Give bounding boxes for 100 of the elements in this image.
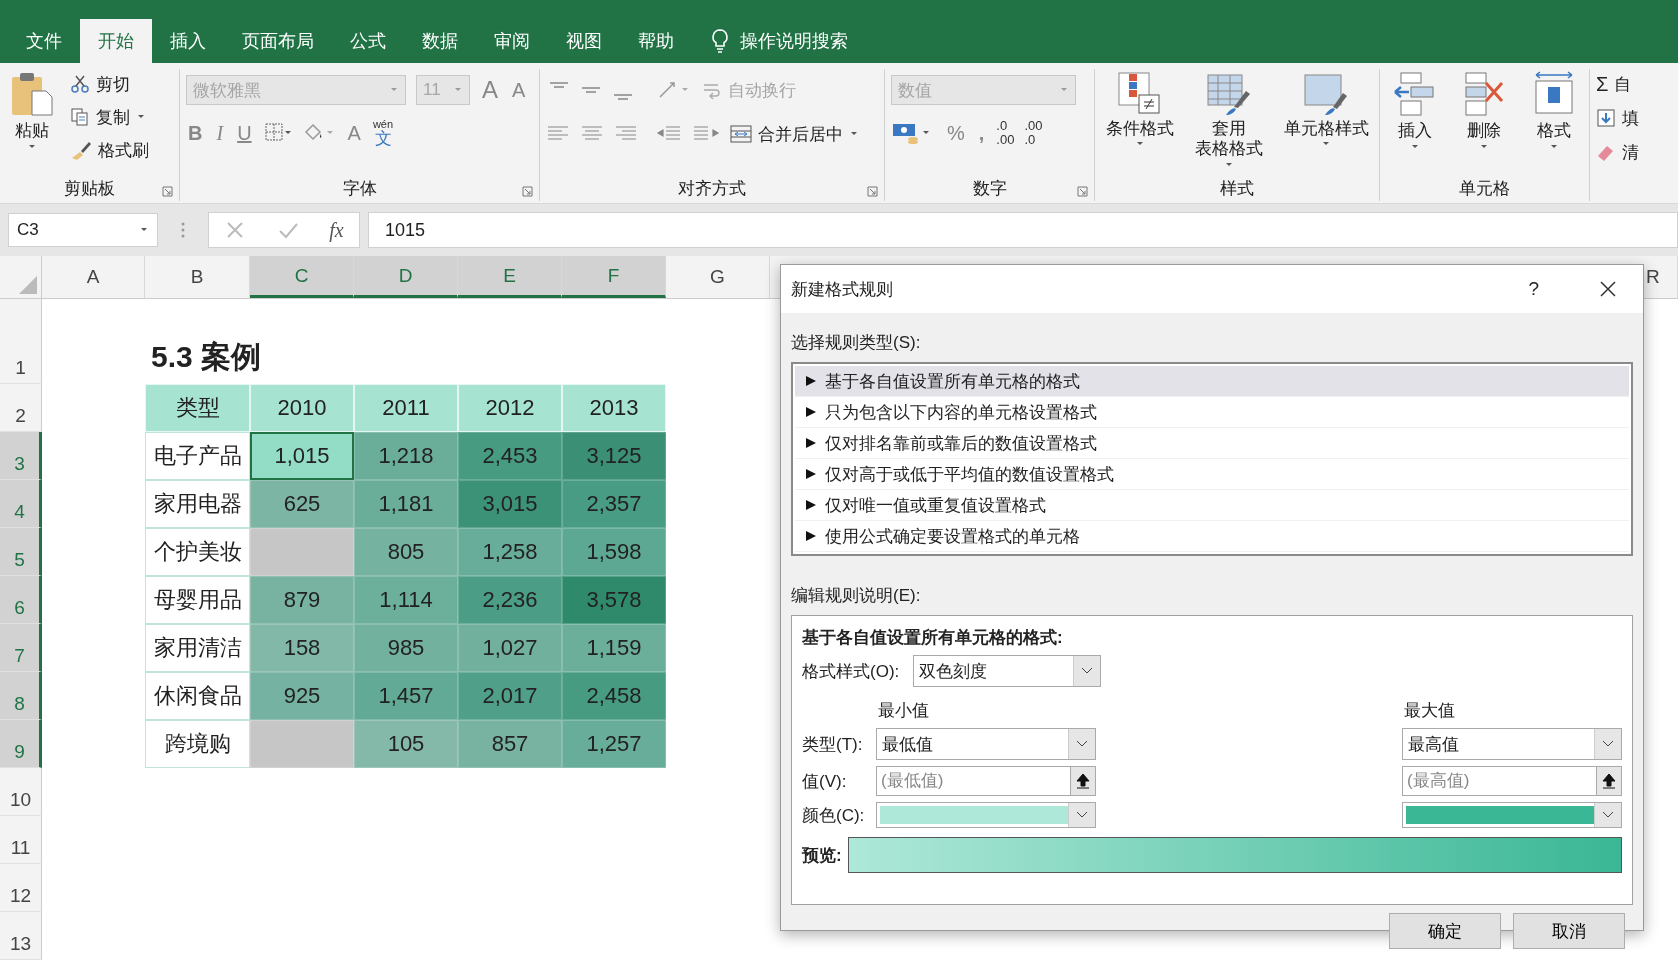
- merge-center-button[interactable]: 合并后居中: [730, 119, 859, 149]
- table-cell: 2,017: [458, 672, 562, 720]
- fill-button[interactable]: 填: [1596, 103, 1678, 133]
- ribbon-tab[interactable]: 文件: [8, 19, 80, 63]
- rule-type-item[interactable]: 基于各自值设置所有单元格的格式: [795, 366, 1629, 397]
- row-header[interactable]: 6: [0, 576, 42, 624]
- column-header[interactable]: G: [666, 256, 770, 298]
- help-button[interactable]: ?: [1528, 278, 1539, 300]
- range-picker-button[interactable]: [1596, 766, 1622, 796]
- table-cell: 2,453: [458, 432, 562, 480]
- group-label: 对齐方式: [678, 177, 746, 200]
- row-header[interactable]: 9: [0, 720, 42, 768]
- style-button[interactable]: 条件格式: [1101, 69, 1178, 150]
- type-dropdown[interactable]: 最低值: [876, 728, 1096, 760]
- cells-button[interactable]: 格式: [1528, 69, 1581, 152]
- row-header[interactable]: 13: [0, 912, 42, 960]
- table-header-cell: 2010: [250, 384, 354, 432]
- row-header[interactable]: 8: [0, 672, 42, 720]
- dialog-launcher-icon[interactable]: [162, 186, 173, 197]
- color-picker[interactable]: [1402, 802, 1622, 828]
- dialog-launcher-icon[interactable]: [867, 186, 878, 197]
- cells-button[interactable]: 删除: [1458, 69, 1511, 152]
- dialog-launcher-icon[interactable]: [1077, 186, 1088, 197]
- column-header[interactable]: D: [354, 256, 458, 298]
- range-picker-button[interactable]: [1070, 766, 1096, 796]
- row-label-cell: 休闲食品: [145, 672, 250, 720]
- ribbon-tab[interactable]: 数据: [404, 19, 476, 63]
- ribbon-tab[interactable]: 公式: [332, 19, 404, 63]
- table-cell: 1,181: [354, 480, 458, 528]
- row-header[interactable]: 12: [0, 864, 42, 912]
- autosum-button[interactable]: Σ 自: [1596, 69, 1678, 99]
- row-header[interactable]: 10: [0, 768, 42, 816]
- cut-button[interactable]: 剪切: [70, 69, 149, 99]
- table-cell: 105: [354, 720, 458, 768]
- column-header[interactable]: A: [42, 256, 145, 298]
- type-dropdown[interactable]: 最高值: [1402, 728, 1622, 760]
- triangle-icon: [805, 406, 817, 418]
- section-label: 选择规则类型(S):: [791, 332, 922, 354]
- table-header-cell: 类型: [145, 384, 250, 432]
- row-header[interactable]: 11: [0, 816, 42, 864]
- field-label: 格式样式(O):: [802, 660, 900, 683]
- group-label: 字体: [342, 177, 377, 200]
- row-header[interactable]: 1: [0, 299, 42, 384]
- style-button[interactable]: 单元格样式: [1279, 69, 1373, 150]
- ribbon-tab[interactable]: 开始: [80, 19, 152, 63]
- caret-icon: [453, 87, 463, 93]
- name-box[interactable]: C3: [8, 213, 158, 247]
- paste-button[interactable]: 粘贴: [6, 69, 58, 152]
- table-header-cell: 2012: [458, 384, 562, 432]
- row-header[interactable]: 5: [0, 528, 42, 576]
- format-style-dropdown[interactable]: 双色刻度: [913, 655, 1102, 687]
- insert-cells-icon: [1392, 71, 1437, 117]
- rule-type-item[interactable]: 只为包含以下内容的单元格设置格式: [795, 397, 1629, 428]
- clipboard-icon: [10, 71, 54, 117]
- chevron-down-icon: [1081, 667, 1094, 675]
- row-header[interactable]: 3: [0, 432, 42, 480]
- dialog-launcher-icon[interactable]: [522, 186, 533, 197]
- table-cell: 879: [250, 576, 354, 624]
- insert-function-button[interactable]: fx: [329, 218, 344, 242]
- format-painter-button[interactable]: 格式刷: [70, 135, 149, 165]
- tell-me-search[interactable]: 操作说明搜索: [740, 29, 848, 53]
- table-cell: 1,114: [354, 576, 458, 624]
- cells-button[interactable]: 插入: [1388, 69, 1441, 152]
- rule-type-item[interactable]: 仅对排名靠前或靠后的数值设置格式: [795, 428, 1629, 459]
- style-button[interactable]: 套用 表格格式: [1190, 69, 1267, 170]
- chevron-down-icon: [1602, 740, 1614, 748]
- ribbon-tab[interactable]: 帮助: [620, 19, 692, 63]
- color-picker[interactable]: [876, 802, 1096, 828]
- ribbon-tab[interactable]: 页面布局: [224, 19, 332, 63]
- borders-icon[interactable]: [263, 122, 292, 144]
- row-header[interactable]: 4: [0, 480, 42, 528]
- column-header[interactable]: E: [458, 256, 562, 298]
- field-label: 预览:: [802, 844, 842, 867]
- value-input[interactable]: (最低值): [876, 766, 1070, 796]
- triangle-icon: [19, 276, 37, 294]
- ribbon-tab[interactable]: 视图: [548, 19, 620, 63]
- row-label-cell: 跨境购: [145, 720, 250, 768]
- column-header[interactable]: F: [562, 256, 666, 298]
- formula-input[interactable]: 1015: [368, 212, 1678, 248]
- chevron-down-icon: [1602, 811, 1614, 819]
- ribbon-tab[interactable]: 审阅: [476, 19, 548, 63]
- rule-type-item[interactable]: 使用公式确定要设置格式的单元格: [795, 521, 1629, 552]
- rule-type-item[interactable]: 仅对高于或低于平均值的数值设置格式: [795, 459, 1629, 490]
- cancel-button[interactable]: 取消: [1513, 913, 1625, 949]
- rule-type-item[interactable]: 仅对唯一值或重复值设置格式: [795, 490, 1629, 521]
- column-header[interactable]: C: [250, 256, 354, 298]
- row-header[interactable]: 7: [0, 624, 42, 672]
- copy-button[interactable]: 复制: [70, 102, 149, 132]
- ribbon-tab[interactable]: 插入: [152, 19, 224, 63]
- ok-button[interactable]: 确定: [1389, 913, 1501, 949]
- caret-icon: [389, 87, 399, 93]
- up-arrow-icon: [1076, 773, 1090, 789]
- row-header[interactable]: 2: [0, 384, 42, 432]
- table-cell: 158: [250, 624, 354, 672]
- clear-button[interactable]: 清: [1596, 137, 1678, 167]
- table-cell: 1,218: [354, 432, 458, 480]
- close-icon[interactable]: [1599, 280, 1617, 298]
- value-input[interactable]: (最高值): [1402, 766, 1596, 796]
- table-header-cell: 2013: [562, 384, 666, 432]
- row-label-cell: 母婴用品: [145, 576, 250, 624]
